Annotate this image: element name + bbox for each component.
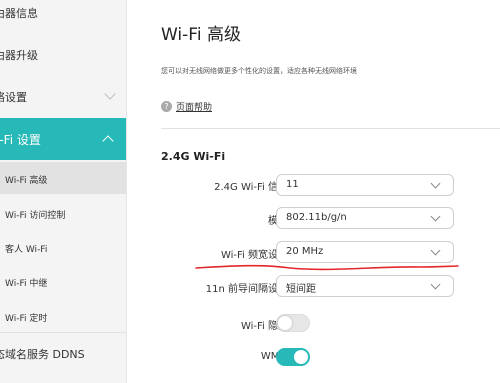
sidebar-item-label: 由器信息 <box>0 7 38 20</box>
wmm-toggle[interactable] <box>276 348 310 366</box>
chevron-down-icon <box>430 211 441 222</box>
chevron-down-icon <box>104 89 116 100</box>
page-title: Wi-Fi 高级 <box>161 25 241 45</box>
sub-item-wifi-access-control[interactable]: Wi-Fi 访问控制 <box>5 208 65 221</box>
sub-item-wifi-relay[interactable]: Wi-Fi 中继 <box>5 276 47 289</box>
main-content: Wi-Fi 高级 您可以对无线网络做更多个性化的设置，适应各种无线网络环境 ? 页… <box>126 0 500 383</box>
help-link-row[interactable]: ? 页面帮助 <box>161 100 212 113</box>
guard-interval-select[interactable]: 短间距 <box>276 275 454 297</box>
sub-item-wifi-advanced[interactable]: Wi-Fi 高级 <box>5 173 47 186</box>
channel-value: 11 <box>286 179 299 190</box>
sidebar-item-label: 络设置 <box>0 91 27 104</box>
chevron-down-icon <box>430 245 441 256</box>
sidebar-item-label: 态域名服务 DDNS <box>0 348 85 361</box>
divider <box>0 332 126 333</box>
bandwidth-value: 20 MHz <box>286 246 324 257</box>
sub-item-wifi-timer[interactable]: Wi-Fi 定时 <box>5 311 47 324</box>
chevron-down-icon <box>430 279 441 290</box>
sidebar-item-label: i-Fi 设置 <box>0 133 41 147</box>
sub-item-guest-wifi[interactable]: 客人 Wi-Fi <box>5 242 47 255</box>
sidebar-item-network-settings[interactable]: 络设置 <box>0 89 126 109</box>
chevron-up-icon <box>102 135 114 147</box>
hide-ssid-toggle[interactable] <box>276 314 310 332</box>
toggle-knob <box>278 316 292 330</box>
sidebar-item-label: 由器升级 <box>0 49 38 62</box>
help-link[interactable]: 页面帮助 <box>176 103 212 113</box>
toggle-knob <box>294 350 308 364</box>
guard-interval-value: 短间距 <box>286 284 316 295</box>
section-title: 2.4G Wi-Fi <box>161 150 226 163</box>
sidebar-item-ddns[interactable]: 态域名服务 DDNS <box>0 346 126 366</box>
sidebar-item-router-info[interactable]: 由器信息 <box>0 5 126 25</box>
question-circle-icon: ? <box>161 101 172 112</box>
bandwidth-select[interactable]: 20 MHz <box>276 241 454 263</box>
mode-value: 802.11b/g/n <box>286 212 347 223</box>
sidebar-item-wifi-settings[interactable]: i-Fi 设置 <box>0 118 126 160</box>
chevron-down-icon <box>430 178 441 189</box>
divider <box>161 128 500 129</box>
page-description: 您可以对无线网络做更多个性化的设置，适应各种无线网络环境 <box>161 67 357 75</box>
sidebar: 由器信息 由器升级 络设置 i-Fi 设置 Wi-Fi 高级 Wi-Fi 访问控… <box>0 0 127 383</box>
mode-select[interactable]: 802.11b/g/n <box>276 207 454 229</box>
sidebar-item-router-upgrade[interactable]: 由器升级 <box>0 47 126 67</box>
channel-select[interactable]: 11 <box>276 174 454 196</box>
